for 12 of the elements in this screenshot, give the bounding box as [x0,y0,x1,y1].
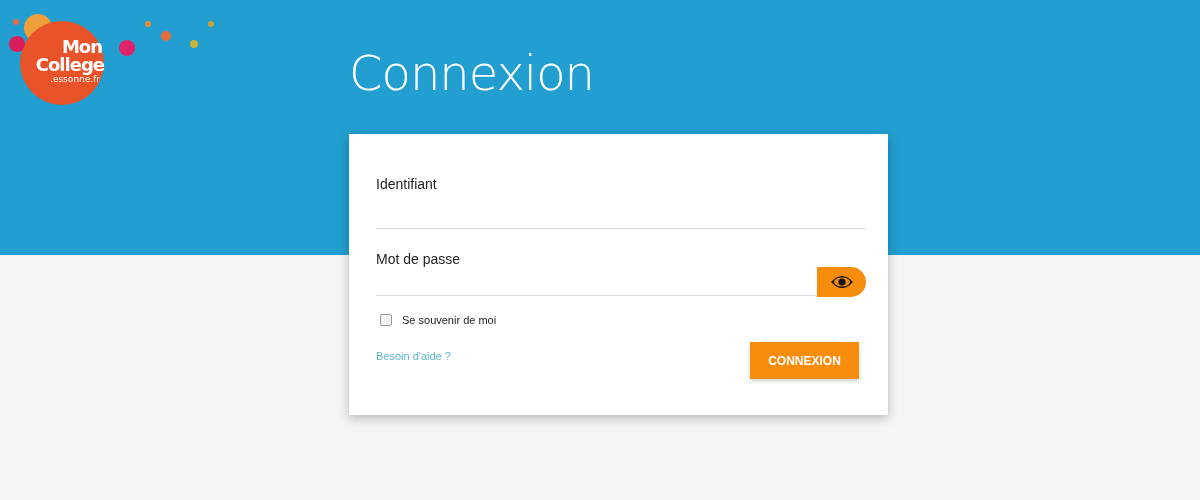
remember-checkbox[interactable] [380,314,392,326]
checkbox-label: Se souvenir de moi [402,314,497,326]
logo-text: .essonne.fr [50,75,100,84]
help-link[interactable]: Besoin d'aide ? [376,350,451,362]
field-label: Identifiant [376,176,438,192]
logo-text: College [35,56,104,74]
login-button[interactable]: CONNEXION [750,342,859,379]
logo-text: Mon [61,38,102,56]
page-title: Connexion [349,44,594,102]
eye-icon [829,274,854,290]
field-label: Mot de passe [376,251,462,267]
show-password-button[interactable] [817,267,866,297]
